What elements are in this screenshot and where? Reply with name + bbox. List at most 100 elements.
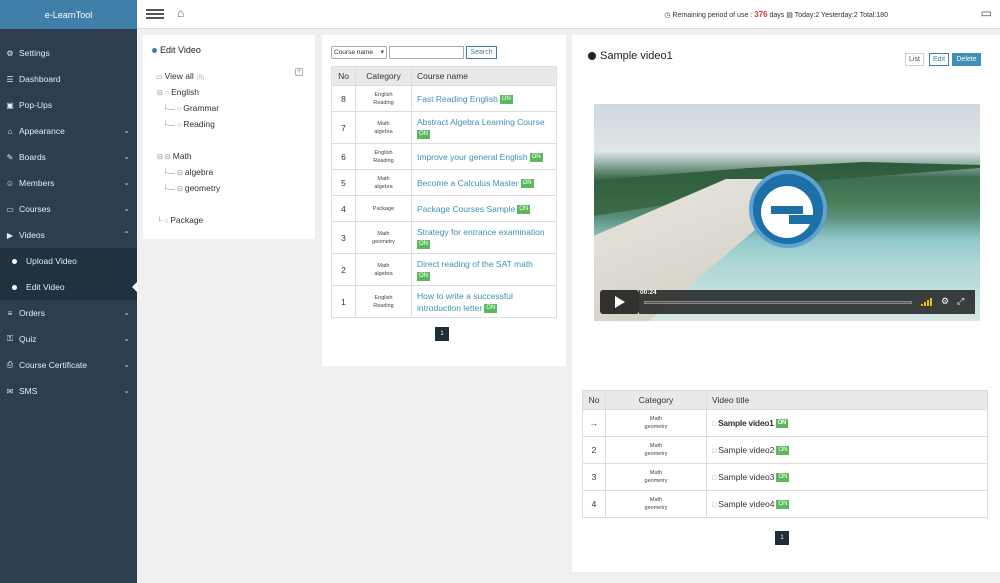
category-tree-panel: Edit Video + ▭ View all (8) ⊟ ○ English └— ○ G… [143, 35, 315, 239]
sidebar-item-members[interactable]: ☺ Members ⌄ [0, 170, 137, 196]
hamburger-menu-icon[interactable] [146, 9, 164, 19]
course-link[interactable]: Abstract Algebra Learning Course [417, 117, 545, 127]
brand-logo[interactable]: e-LearnTool [0, 0, 137, 29]
course-link[interactable]: Direct reading of the SAT math [417, 259, 533, 269]
table-row[interactable]: 3 Math geometry Strategy for entrance exa… [331, 221, 557, 254]
row-course-name: Direct reading of the SAT math ON [411, 253, 557, 286]
pagination-page[interactable]: 1 [435, 327, 449, 341]
table-row[interactable]: 4 Package Package Courses Sample ON [331, 195, 557, 222]
video-detail-panel: Sample video1 List Edit Delete 00:24 ⚙ ⤢… [572, 35, 1000, 572]
course-link[interactable]: Become a Calculus Master [417, 178, 519, 188]
tree-node-view-all[interactable]: ▭ View all (8) [156, 71, 204, 81]
table-row[interactable]: 6 English Reading Improve your general En… [331, 143, 557, 170]
status-badge: ON [776, 446, 790, 456]
video-link[interactable]: Sample video1 [718, 418, 774, 428]
row-course-name: Become a Calculus Master ON [411, 169, 557, 196]
book-icon[interactable]: ▭ [981, 6, 992, 20]
sidebar-subitem-upload-video[interactable]: Upload Video [0, 248, 137, 274]
row-category: English Reading [355, 85, 412, 112]
sidebar-item-courses[interactable]: ▭ Courses ⌄ [0, 196, 137, 222]
tree-node-package[interactable]: └ ○ Package [157, 215, 203, 225]
sidebar-item-label: Course Certificate [19, 360, 88, 370]
table-row[interactable]: → Math geometry □ Sample video1 ON [582, 409, 988, 437]
usage-status: ◷ Remaining period of use : 376 days ▤ T… [664, 10, 888, 19]
tree-node-math[interactable]: ⊟ ⊟ Math [157, 151, 192, 161]
tree-node-reading[interactable]: └— ○ Reading [163, 119, 215, 129]
sidebar-item-dashboard[interactable]: ☰ Dashboard [0, 66, 137, 92]
course-link[interactable]: Improve your general English [417, 152, 528, 162]
sidebar-item-quiz[interactable]: ⚿ Quiz ⌄ [0, 326, 137, 352]
video-link[interactable]: Sample video4 [718, 499, 774, 509]
pagination-page[interactable]: 1 [775, 531, 789, 545]
row-video-title: □ Sample video4 ON [706, 490, 988, 518]
tree-node-geometry[interactable]: └— ⊟ geometry [163, 183, 220, 193]
sidebar-item-course-certificate[interactable]: ⎙ Course Certificate ⌄ [0, 352, 137, 378]
sidebar-item-label: Orders [19, 308, 45, 318]
table-row[interactable]: 8 English Reading Fast Reading English ON [331, 85, 557, 112]
fullscreen-icon[interactable]: ⤢ [957, 296, 964, 307]
video-link[interactable]: Sample video3 [718, 472, 774, 482]
seek-bar[interactable] [644, 301, 912, 304]
course-link[interactable]: Strategy for entrance examination [417, 227, 545, 237]
course-link[interactable]: Package Courses Sample [417, 204, 515, 214]
category-main: Math [649, 497, 663, 503]
category-sub: Reading [373, 157, 394, 164]
document-icon: □ [712, 420, 716, 428]
category-main: English [374, 294, 393, 301]
folder-icon: ▭ [156, 74, 163, 81]
video-player[interactable]: 00:24 ⚙ ⤢ [594, 104, 980, 321]
table-row[interactable]: 5 Math algebra Become a Calculus Master ON [331, 169, 557, 196]
table-row[interactable]: 3 Math geometry □ Sample video3 ON [582, 463, 988, 491]
tree-expand-icon[interactable]: + [295, 68, 303, 76]
row-course-name: Package Courses Sample ON [411, 195, 557, 222]
sidebar-item-appearance[interactable]: ⌂ Appearance ⌄ [0, 118, 137, 144]
table-row[interactable]: 2 Math algebra Direct reading of the SAT … [331, 253, 557, 286]
settings-icon[interactable]: ⚙ [941, 296, 949, 307]
table-row[interactable]: 2 Math geometry □ Sample video2 ON [582, 436, 988, 464]
category-sub: geometry [644, 424, 668, 430]
users-icon: ☺ [5, 178, 15, 188]
play-button[interactable] [600, 290, 639, 314]
remaining-label: Remaining period of use : [672, 12, 753, 19]
volume-icon[interactable] [921, 298, 935, 306]
category-sub: geometry [644, 451, 668, 457]
search-input[interactable] [389, 46, 464, 59]
list-button[interactable]: List [905, 53, 924, 66]
sidebar-item-popups[interactable]: ▣ Pop-Ups [0, 92, 137, 118]
sidebar-subitem-edit-video[interactable]: Edit Video [0, 274, 137, 300]
row-category: Math geometry [605, 490, 707, 518]
clock-icon: ◷ [664, 12, 671, 19]
video-link[interactable]: Sample video2 [718, 445, 774, 455]
table-row[interactable]: 7 Math algebra Abstract Algebra Learning … [331, 111, 557, 144]
row-category: Math geometry [605, 436, 707, 464]
chevron-down-icon: ⌄ [123, 126, 130, 135]
course-link[interactable]: How to write a successful introduction l… [417, 291, 513, 313]
sidebar-item-videos[interactable]: ▶ Videos ⌃ [0, 222, 137, 248]
edit-button[interactable]: Edit [929, 53, 949, 66]
sidebar-nav: ⚙ Settings ☰ Dashboard ▣ Pop-Ups ⌂ Appearanc… [0, 40, 137, 404]
sidebar-item-boards[interactable]: ✎ Boards ⌄ [0, 144, 137, 170]
delete-button[interactable]: Delete [952, 53, 981, 66]
sidebar-item-orders[interactable]: ≡ Orders ⌄ [0, 300, 137, 326]
tree-node-algebra[interactable]: └— ⊟ algebra [163, 167, 213, 177]
table-row[interactable]: 4 Math geometry □ Sample video4 ON [582, 490, 988, 518]
status-badge: ON [775, 419, 788, 429]
tree-node-english[interactable]: ⊟ ○ English [157, 87, 199, 97]
table-row[interactable]: 1 English Reading How to write a successf… [331, 285, 557, 318]
sidebar-item-label: Videos [19, 230, 45, 240]
course-link[interactable]: Fast Reading English [417, 94, 498, 104]
search-field-select[interactable]: Course name [331, 46, 387, 59]
home-icon[interactable]: ⌂ [177, 6, 184, 20]
sidebar-item-label: Members [19, 178, 55, 188]
bar-chart-icon: ▤ [786, 12, 793, 19]
circle-icon: ○ [176, 106, 182, 113]
sidebar-item-settings[interactable]: ⚙ Settings [0, 40, 137, 66]
tree-node-label: View all [164, 71, 194, 81]
current-row-arrow-icon: → [582, 409, 606, 437]
search-button[interactable]: Search [466, 46, 497, 59]
tree-toggle-icon: ⊟ [157, 90, 163, 97]
row-number: 4 [582, 490, 606, 518]
tree-node-grammar[interactable]: └— ○ Grammar [163, 103, 219, 113]
row-number: 6 [331, 143, 356, 170]
sidebar-item-sms[interactable]: ✉ SMS ⌄ [0, 378, 137, 404]
